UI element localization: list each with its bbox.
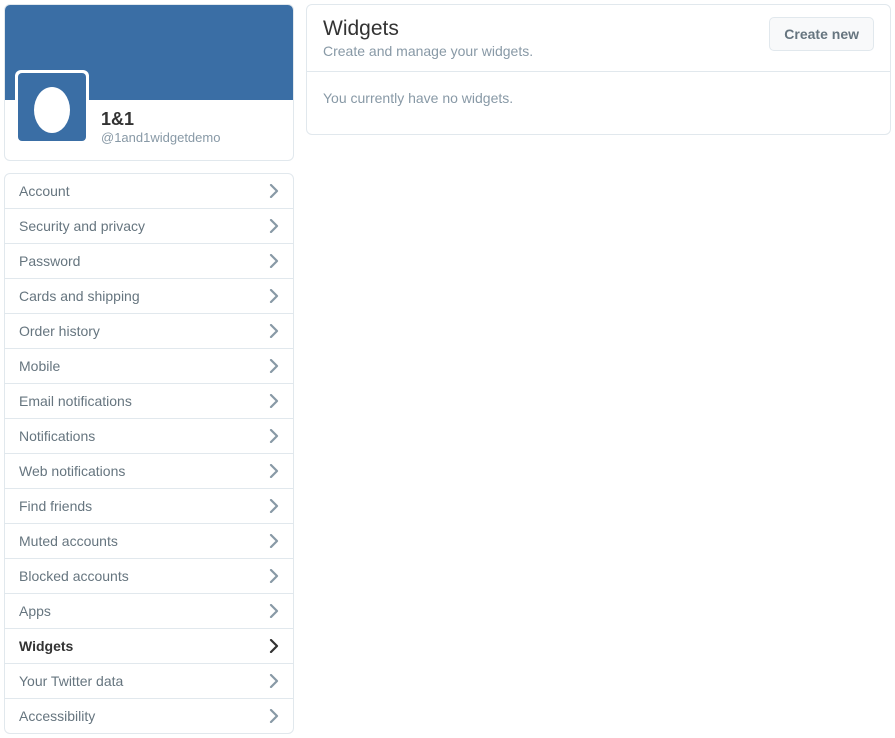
- nav-item-label: Order history: [19, 323, 100, 339]
- profile-info: 1&1 @1and1widgetdemo: [101, 101, 220, 145]
- profile-card: 1&1 @1and1widgetdemo: [4, 4, 294, 161]
- nav-item-accessibility[interactable]: Accessibility: [5, 699, 293, 733]
- nav-item-muted-accounts[interactable]: Muted accounts: [5, 524, 293, 559]
- nav-item-order-history[interactable]: Order history: [5, 314, 293, 349]
- chevron-right-icon: [269, 464, 279, 478]
- chevron-right-icon: [269, 219, 279, 233]
- chevron-right-icon: [269, 394, 279, 408]
- chevron-right-icon: [269, 709, 279, 723]
- nav-item-account[interactable]: Account: [5, 174, 293, 209]
- nav-item-label: Email notifications: [19, 393, 132, 409]
- chevron-right-icon: [269, 324, 279, 338]
- nav-item-security-and-privacy[interactable]: Security and privacy: [5, 209, 293, 244]
- chevron-right-icon: [269, 639, 279, 653]
- nav-item-label: Notifications: [19, 428, 95, 444]
- create-new-button[interactable]: Create new: [769, 17, 874, 51]
- egg-icon: [30, 80, 74, 134]
- nav-item-label: Password: [19, 253, 80, 269]
- profile-body: 1&1 @1and1widgetdemo: [5, 100, 293, 160]
- nav-item-widgets[interactable]: Widgets: [5, 629, 293, 664]
- nav-item-label: Mobile: [19, 358, 60, 374]
- chevron-right-icon: [269, 499, 279, 513]
- chevron-right-icon: [269, 604, 279, 618]
- default-avatar: [18, 73, 86, 141]
- profile-name: 1&1: [101, 109, 220, 130]
- nav-item-label: Your Twitter data: [19, 673, 123, 689]
- panel-subtitle: Create and manage your widgets.: [323, 43, 533, 59]
- nav-item-email-notifications[interactable]: Email notifications: [5, 384, 293, 419]
- nav-item-label: Blocked accounts: [19, 568, 129, 584]
- nav-item-find-friends[interactable]: Find friends: [5, 489, 293, 524]
- empty-state-message: You currently have no widgets.: [323, 90, 513, 106]
- nav-item-label: Accessibility: [19, 708, 95, 724]
- chevron-right-icon: [269, 534, 279, 548]
- nav-item-label: Widgets: [19, 638, 73, 654]
- nav-item-apps[interactable]: Apps: [5, 594, 293, 629]
- chevron-right-icon: [269, 254, 279, 268]
- nav-item-cards-and-shipping[interactable]: Cards and shipping: [5, 279, 293, 314]
- chevron-right-icon: [269, 184, 279, 198]
- nav-item-label: Find friends: [19, 498, 92, 514]
- settings-nav-list: Account Security and privacy Password Cards…: [4, 173, 294, 734]
- nav-item-blocked-accounts[interactable]: Blocked accounts: [5, 559, 293, 594]
- nav-item-label: Apps: [19, 603, 51, 619]
- main-content: Widgets Create and manage your widgets. …: [306, 4, 891, 734]
- profile-handle: @1and1widgetdemo: [101, 130, 220, 145]
- avatar-container: [15, 70, 89, 144]
- chevron-right-icon: [269, 289, 279, 303]
- chevron-right-icon: [269, 429, 279, 443]
- nav-item-password[interactable]: Password: [5, 244, 293, 279]
- nav-item-your-twitter-data[interactable]: Your Twitter data: [5, 664, 293, 699]
- widgets-panel: Widgets Create and manage your widgets. …: [306, 4, 891, 135]
- nav-item-label: Account: [19, 183, 70, 199]
- panel-header: Widgets Create and manage your widgets. …: [307, 5, 890, 72]
- nav-item-mobile[interactable]: Mobile: [5, 349, 293, 384]
- panel-body: You currently have no widgets.: [307, 72, 890, 134]
- nav-item-notifications[interactable]: Notifications: [5, 419, 293, 454]
- nav-item-label: Cards and shipping: [19, 288, 140, 304]
- chevron-right-icon: [269, 569, 279, 583]
- panel-header-text: Widgets Create and manage your widgets.: [323, 17, 533, 59]
- nav-item-label: Web notifications: [19, 463, 125, 479]
- panel-title: Widgets: [323, 17, 533, 41]
- chevron-right-icon: [269, 359, 279, 373]
- chevron-right-icon: [269, 674, 279, 688]
- settings-sidebar: 1&1 @1and1widgetdemo Account Security and…: [4, 4, 294, 734]
- nav-item-web-notifications[interactable]: Web notifications: [5, 454, 293, 489]
- nav-item-label: Muted accounts: [19, 533, 118, 549]
- nav-item-label: Security and privacy: [19, 218, 145, 234]
